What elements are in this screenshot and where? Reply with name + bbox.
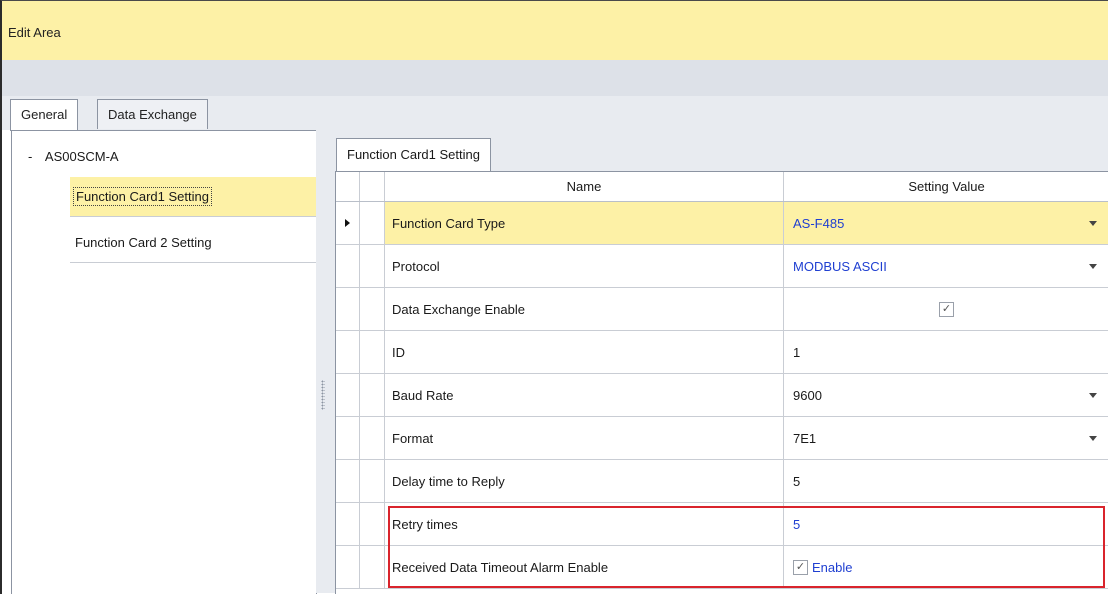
row-name: Received Data Timeout Alarm Enable <box>392 560 609 575</box>
row-name: Baud Rate <box>392 388 454 403</box>
edit-area-title: Edit Area <box>8 25 61 40</box>
grid-row-data-exchange-enable[interactable]: Data Exchange Enable ✓ <box>336 288 1108 331</box>
row-expander-cell <box>360 374 385 416</box>
grid-row-protocol[interactable]: Protocol MODBUS ASCII <box>336 245 1108 288</box>
row-name: Function Card Type <box>392 216 506 231</box>
row-indicator <box>336 503 360 545</box>
row-name-cell: Protocol <box>385 245 784 287</box>
grid-row-retry-times[interactable]: Retry times 5 <box>336 503 1108 546</box>
row-name-cell: Function Card Type <box>385 202 784 244</box>
grid-row-function-card-type[interactable]: Function Card Type AS-F485 <box>336 202 1108 245</box>
grid-row-id[interactable]: ID 1 <box>336 331 1108 374</box>
row-value-cell[interactable]: AS-F485 <box>784 202 1108 244</box>
tree-root-label: AS00SCM-A <box>44 149 119 164</box>
device-tree-pane: - AS00SCM-A Function Card1 Setting Funct… <box>11 130 317 594</box>
row-indicator <box>336 374 360 416</box>
header-indicator-cell <box>336 172 360 201</box>
row-expander-cell <box>360 331 385 373</box>
row-name-cell: Baud Rate <box>385 374 784 416</box>
protocol-value[interactable]: MODBUS ASCII <box>793 259 887 274</box>
tree-item-function-card2[interactable]: Function Card 2 Setting <box>70 223 316 263</box>
row-expander-cell <box>360 245 385 287</box>
grid-row-received-data-timeout-alarm[interactable]: Received Data Timeout Alarm Enable ✓ Ena… <box>336 546 1108 589</box>
header-expander-cell <box>360 172 385 201</box>
chevron-down-icon[interactable] <box>1089 221 1097 226</box>
row-indicator <box>336 546 360 588</box>
row-indicator <box>336 245 360 287</box>
row-pointer-icon <box>345 219 350 227</box>
row-name: ID <box>392 345 405 360</box>
pane-splitter[interactable] <box>316 130 330 593</box>
format-value[interactable]: 7E1 <box>793 431 816 446</box>
row-value-cell[interactable]: ✓ <box>784 288 1108 330</box>
row-indicator <box>336 417 360 459</box>
row-value-cell[interactable]: 7E1 <box>784 417 1108 459</box>
row-name-cell: Format <box>385 417 784 459</box>
top-tab-bar: General Data Exchange <box>2 96 1108 131</box>
row-value-cell[interactable]: ✓ Enable <box>784 546 1108 588</box>
row-name: Format <box>392 431 434 446</box>
row-name: Retry times <box>392 517 458 532</box>
row-indicator <box>336 460 360 502</box>
grid-header: Name Setting Value <box>336 172 1108 202</box>
row-name-cell: Delay time to Reply <box>385 460 784 502</box>
column-header-name[interactable]: Name <box>385 172 784 201</box>
chevron-down-icon[interactable] <box>1089 393 1097 398</box>
settings-area: Function Card1 Setting Name Setting Valu… <box>330 130 1108 594</box>
retry-times-value[interactable]: 5 <box>793 517 800 532</box>
row-value-cell[interactable]: 1 <box>784 331 1108 373</box>
check-icon: ✓ <box>941 303 952 315</box>
data-exchange-enable-checkbox[interactable]: ✓ <box>939 302 954 317</box>
column-header-setting-value[interactable]: Setting Value <box>784 172 1108 201</box>
chevron-down-icon[interactable] <box>1089 264 1097 269</box>
row-name-cell: Received Data Timeout Alarm Enable <box>385 546 784 588</box>
row-indicator <box>336 202 360 244</box>
tree-item-label: Function Card 2 Setting <box>75 235 212 250</box>
check-icon: ✓ <box>795 561 806 573</box>
grid-row-delay-time-to-reply[interactable]: Delay time to Reply 5 <box>336 460 1108 503</box>
timeout-alarm-enable-checkbox[interactable]: ✓ <box>793 560 808 575</box>
grid-row-format[interactable]: Format 7E1 <box>336 417 1108 460</box>
timeout-alarm-enable-label[interactable]: Enable <box>812 560 852 575</box>
function-card-type-value[interactable]: AS-F485 <box>793 216 844 231</box>
grid-row-baud-rate[interactable]: Baud Rate 9600 <box>336 374 1108 417</box>
row-expander-cell <box>360 288 385 330</box>
collapse-icon[interactable]: - <box>28 149 42 164</box>
row-value-cell[interactable]: MODBUS ASCII <box>784 245 1108 287</box>
chevron-down-icon[interactable] <box>1089 436 1097 441</box>
row-indicator <box>336 331 360 373</box>
tab-general[interactable]: General <box>10 99 79 131</box>
row-name: Delay time to Reply <box>392 474 505 489</box>
row-value-cell[interactable]: 5 <box>784 503 1108 545</box>
row-expander-cell <box>360 460 385 502</box>
row-name-cell: Data Exchange Enable <box>385 288 784 330</box>
tab-data-exchange[interactable]: Data Exchange <box>97 99 208 129</box>
row-expander-cell <box>360 202 385 244</box>
toolbar-strip <box>2 60 1108 97</box>
tab-function-card1-setting[interactable]: Function Card1 Setting <box>336 138 491 172</box>
row-expander-cell <box>360 503 385 545</box>
settings-grid: Name Setting Value Function Card Type AS… <box>335 171 1108 594</box>
row-name-cell: ID <box>385 331 784 373</box>
splitter-grip-icon <box>321 380 325 410</box>
row-name: Data Exchange Enable <box>392 302 525 317</box>
row-value-cell[interactable]: 5 <box>784 460 1108 502</box>
edit-area-title-bar: Edit Area <box>2 1 1108 61</box>
delay-time-value[interactable]: 5 <box>793 474 800 489</box>
row-value-cell[interactable]: 9600 <box>784 374 1108 416</box>
id-value[interactable]: 1 <box>793 345 800 360</box>
tree-root-node[interactable]: - AS00SCM-A <box>28 149 119 164</box>
row-expander-cell <box>360 417 385 459</box>
baud-rate-value[interactable]: 9600 <box>793 388 822 403</box>
row-name: Protocol <box>392 259 440 274</box>
row-name-cell: Retry times <box>385 503 784 545</box>
tree-item-function-card1[interactable]: Function Card1 Setting <box>70 177 316 217</box>
tree-item-label: Function Card1 Setting <box>73 187 212 206</box>
row-indicator <box>336 288 360 330</box>
row-expander-cell <box>360 546 385 588</box>
